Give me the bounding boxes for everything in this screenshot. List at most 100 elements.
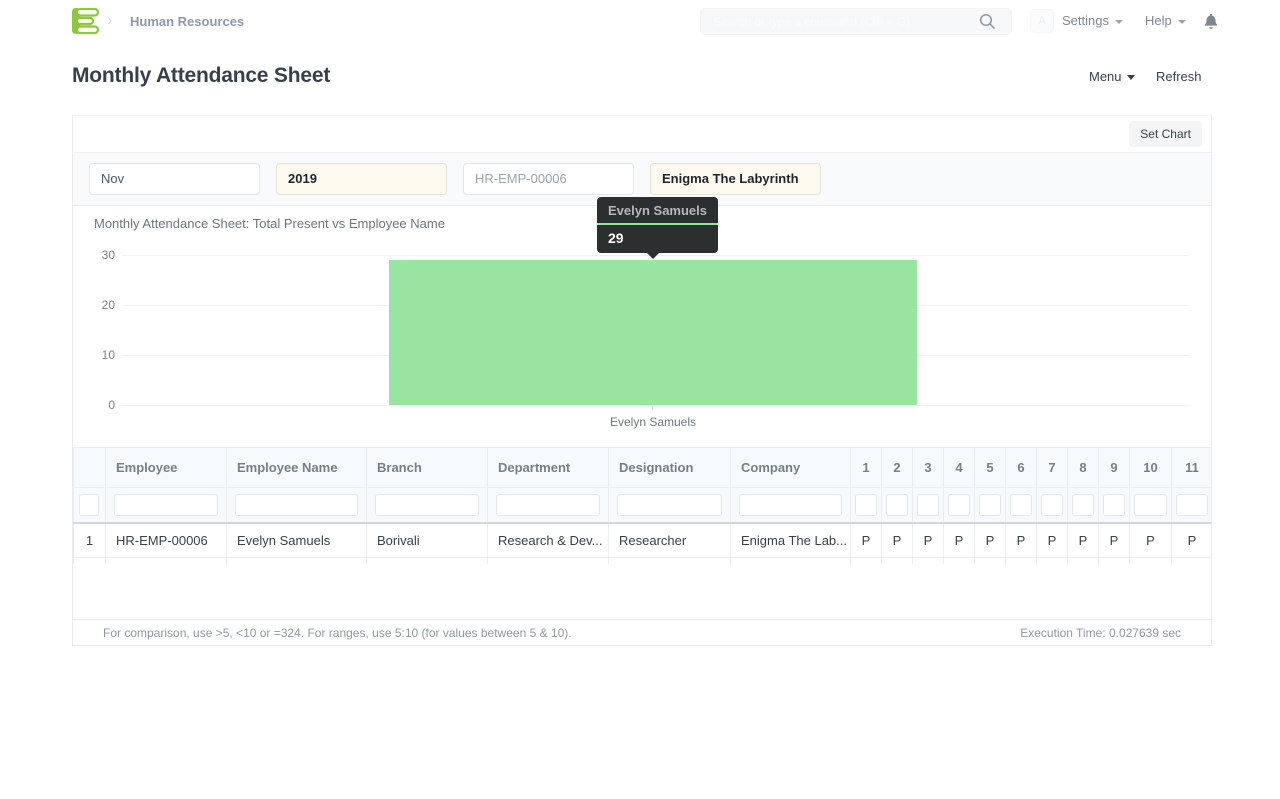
column-filter-input[interactable] bbox=[496, 494, 600, 516]
column-filter-input[interactable] bbox=[739, 494, 842, 516]
table-filter-row bbox=[74, 488, 1212, 523]
bell-icon[interactable] bbox=[1204, 13, 1218, 29]
footer-hint: For comparison, use >5, <10 or =324. For… bbox=[103, 626, 572, 640]
column-header-day[interactable]: 5 bbox=[975, 448, 1006, 488]
navbar: › Human Resources A Settings Help bbox=[0, 0, 1280, 42]
column-filter-input[interactable] bbox=[617, 494, 722, 516]
cell-day[interactable]: P bbox=[1172, 523, 1212, 558]
column-filter-input[interactable] bbox=[114, 494, 218, 516]
column-header-index[interactable] bbox=[74, 448, 106, 488]
filter-company[interactable]: Enigma The Labyrinth bbox=[650, 163, 821, 195]
column-header-day[interactable]: 3 bbox=[913, 448, 944, 488]
chevron-down-icon bbox=[1115, 20, 1123, 24]
column-filter-input[interactable] bbox=[948, 494, 970, 516]
filter-employee[interactable]: HR-EMP-00006 bbox=[463, 163, 634, 195]
cell-day[interactable]: P bbox=[851, 523, 882, 558]
cell-day[interactable]: P bbox=[944, 523, 975, 558]
cell-company[interactable]: Enigma The Lab... bbox=[731, 523, 851, 558]
column-filter-input[interactable] bbox=[917, 494, 939, 516]
x-axis-label: Evelyn Samuels bbox=[553, 415, 753, 429]
column-filter-input[interactable] bbox=[1103, 494, 1125, 516]
column-filter-input[interactable] bbox=[1072, 494, 1094, 516]
column-filter-input[interactable] bbox=[1041, 494, 1063, 516]
avatar[interactable]: A bbox=[1030, 9, 1054, 33]
column-filter-input[interactable] bbox=[855, 494, 877, 516]
column-filter-input[interactable] bbox=[886, 494, 908, 516]
report-footer: For comparison, use >5, <10 or =324. For… bbox=[73, 619, 1211, 645]
column-header-day[interactable]: 2 bbox=[882, 448, 913, 488]
execution-time: Execution Time: 0.027639 sec bbox=[1020, 626, 1181, 640]
report-container: Set Chart Nov 2019 HR-EMP-00006 Enigma T… bbox=[72, 115, 1212, 646]
column-header-employee-name[interactable]: Employee Name bbox=[227, 448, 367, 488]
set-chart-button[interactable]: Set Chart bbox=[1129, 121, 1202, 147]
menu-button[interactable]: Menu bbox=[1089, 69, 1135, 84]
app-logo-icon[interactable] bbox=[71, 7, 101, 35]
cell-day[interactable]: P bbox=[1006, 523, 1037, 558]
column-header-day[interactable]: 9 bbox=[1099, 448, 1130, 488]
column-header-employee[interactable]: Employee bbox=[106, 448, 227, 488]
page-title: Monthly Attendance Sheet bbox=[72, 64, 330, 88]
column-filter-input[interactable] bbox=[375, 494, 479, 516]
help-menu[interactable]: Help bbox=[1145, 13, 1186, 28]
column-header-day[interactable]: 10 bbox=[1130, 448, 1172, 488]
cell-employee-name[interactable]: Evelyn Samuels bbox=[227, 523, 367, 558]
filter-month[interactable]: Nov bbox=[89, 163, 260, 195]
column-header-designation[interactable]: Designation bbox=[609, 448, 731, 488]
tooltip-title: Evelyn Samuels bbox=[597, 197, 718, 225]
cell-day[interactable]: P bbox=[1130, 523, 1172, 558]
column-header-day[interactable]: 1 bbox=[851, 448, 882, 488]
table-stub-row bbox=[74, 558, 1212, 564]
breadcrumb[interactable]: Human Resources bbox=[130, 14, 244, 29]
cell-day[interactable]: P bbox=[882, 523, 913, 558]
column-header-day[interactable]: 6 bbox=[1006, 448, 1037, 488]
chevron-down-icon bbox=[1178, 20, 1186, 24]
column-filter-input[interactable] bbox=[79, 494, 99, 516]
filter-year[interactable]: 2019 bbox=[276, 163, 447, 195]
page-head: Monthly Attendance Sheet Menu Refresh bbox=[0, 42, 1280, 112]
cell-branch[interactable]: Borivali bbox=[367, 523, 488, 558]
row-index: 1 bbox=[74, 523, 106, 558]
x-axis-tick-mark bbox=[652, 406, 653, 410]
refresh-button[interactable]: Refresh bbox=[1156, 69, 1202, 84]
column-filter-input[interactable] bbox=[979, 494, 1001, 516]
gridline bbox=[122, 405, 1189, 406]
navbar-search-input[interactable] bbox=[700, 8, 1012, 35]
column-header-day[interactable]: 7 bbox=[1037, 448, 1068, 488]
y-axis-tick: 0 bbox=[73, 398, 115, 412]
table-row[interactable]: 1 HR-EMP-00006 Evelyn Samuels Borivali R… bbox=[74, 523, 1212, 558]
cell-day[interactable]: P bbox=[975, 523, 1006, 558]
cell-day[interactable]: P bbox=[1037, 523, 1068, 558]
cell-department[interactable]: Research & Dev... bbox=[488, 523, 609, 558]
table-header-row: Employee Employee Name Branch Department… bbox=[74, 448, 1212, 488]
column-header-day[interactable]: 4 bbox=[944, 448, 975, 488]
help-label: Help bbox=[1145, 13, 1172, 28]
settings-menu[interactable]: Settings bbox=[1062, 13, 1123, 28]
chart-bar[interactable] bbox=[389, 260, 917, 405]
y-axis-tick: 30 bbox=[73, 248, 115, 262]
column-filter-input[interactable] bbox=[1134, 494, 1167, 516]
cell-day[interactable]: P bbox=[913, 523, 944, 558]
report-toolbar: Set Chart bbox=[73, 116, 1211, 153]
cell-employee[interactable]: HR-EMP-00006 bbox=[106, 523, 227, 558]
chart-title: Monthly Attendance Sheet: Total Present … bbox=[94, 216, 445, 231]
y-axis-tick: 10 bbox=[73, 348, 115, 362]
menu-label: Menu bbox=[1089, 69, 1122, 84]
column-header-day[interactable]: 11 bbox=[1172, 448, 1212, 488]
cell-designation[interactable]: Researcher bbox=[609, 523, 731, 558]
column-filter-input[interactable] bbox=[1176, 494, 1208, 516]
column-filter-input[interactable] bbox=[1010, 494, 1032, 516]
y-axis-tick: 20 bbox=[73, 298, 115, 312]
column-header-branch[interactable]: Branch bbox=[367, 448, 488, 488]
column-filter-input[interactable] bbox=[235, 494, 358, 516]
tooltip-caret-icon bbox=[647, 253, 659, 259]
search-icon[interactable] bbox=[979, 13, 996, 30]
column-header-department[interactable]: Department bbox=[488, 448, 609, 488]
settings-label: Settings bbox=[1062, 13, 1109, 28]
cell-day[interactable]: P bbox=[1099, 523, 1130, 558]
chevron-down-icon bbox=[1127, 75, 1135, 80]
chart-tooltip: Evelyn Samuels 29 bbox=[597, 197, 718, 253]
column-header-company[interactable]: Company bbox=[731, 448, 851, 488]
chevron-right-icon: › bbox=[107, 11, 112, 31]
column-header-day[interactable]: 8 bbox=[1068, 448, 1099, 488]
cell-day[interactable]: P bbox=[1068, 523, 1099, 558]
